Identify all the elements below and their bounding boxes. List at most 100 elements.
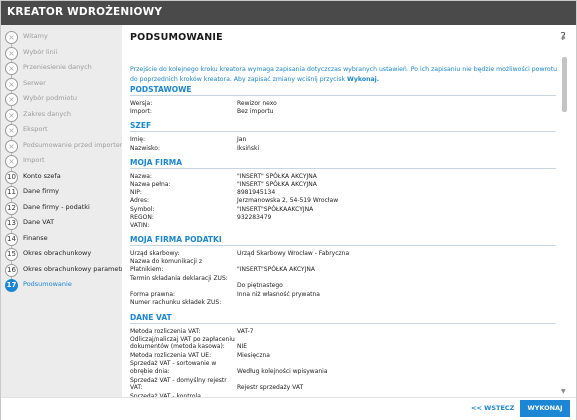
- intro-text: Przejście do kolejnego kroku kreatora wy…: [130, 65, 558, 84]
- sidebar-step-label: Witamy: [23, 32, 48, 40]
- sidebar-step[interactable]: × Eksport: [5, 124, 122, 138]
- summary-value: "INSERT"SPÓŁKAAKCYJNA: [237, 205, 314, 213]
- execute-button[interactable]: WYKONAJ: [520, 400, 570, 417]
- summary-value: "INSERT" SPÓŁKA AKCYJNA: [237, 172, 317, 180]
- summary-value: 8981945134: [237, 189, 276, 197]
- section-divider: [130, 95, 556, 96]
- sidebar-step[interactable]: × Wybór podmiotu: [5, 93, 122, 107]
- section-title: MOJA FIRMA: [130, 157, 183, 167]
- sidebar-step[interactable]: 17 Podsumowanie: [5, 279, 122, 293]
- title-bar: KREATOR WDROŻENIOWY: [1, 1, 576, 25]
- window-title: KREATOR WDROŻENIOWY: [7, 6, 163, 18]
- sidebar-step-label: Konto szefa: [23, 171, 61, 180]
- summary-key: Symbol:: [130, 205, 155, 213]
- summary-value: Rejestr sprzedaży VAT: [237, 384, 304, 392]
- summary-key: Urząd skarbowy:: [130, 250, 180, 258]
- sidebar-step[interactable]: 14 Finanse: [5, 232, 122, 247]
- summary-value: "INSERT"SPÓŁKA AKCYJNA: [237, 265, 315, 273]
- sidebar-step[interactable]: 13 Dane VAT: [5, 217, 122, 231]
- step-number-badge: 16: [5, 263, 18, 277]
- sidebar-step[interactable]: 15 Okres obrachunkowy: [5, 248, 122, 262]
- sidebar-step-label: Podsumowanie: [23, 280, 72, 288]
- sidebar-step[interactable]: 12 Dane firmy - podatki: [5, 201, 122, 216]
- sidebar-step-label: Przeniesienie danych: [23, 63, 92, 71]
- section-title: SZEF: [130, 121, 152, 131]
- skipped-step-icon: ×: [5, 31, 18, 44]
- summary-key: Nazwa do komunikacji z Płatnikiem:: [130, 258, 202, 273]
- back-button[interactable]: << WSTECZ: [471, 404, 514, 412]
- step-number-badge: 14: [5, 232, 18, 246]
- summary-value: Miesięczna: [237, 352, 270, 360]
- sidebar-step[interactable]: × Witamy: [5, 31, 122, 45]
- summary-key: Nazwisko:: [130, 144, 160, 152]
- summary-key: VATIN:: [130, 222, 150, 229]
- step-number-badge: 17: [5, 279, 18, 292]
- sidebar-step[interactable]: × Przeniesienie danych: [5, 62, 122, 76]
- sidebar-step-label: Okres obrachunkowy: [23, 249, 92, 257]
- summary-value: Inna niż własność prywatna: [237, 291, 320, 299]
- sidebar-step-label: Zakres danych: [23, 109, 71, 118]
- skipped-step-icon: ×: [5, 124, 18, 137]
- summary-value: NIE: [237, 343, 248, 351]
- summary-key: NIP:: [130, 189, 142, 197]
- section-divider: [130, 322, 556, 324]
- sidebar-step[interactable]: 16 Okres obrachunkowy parametry: [5, 263, 127, 278]
- sidebar-step[interactable]: × Zakres danych: [5, 108, 122, 123]
- sidebar-step-label: Podsumowanie przed importem: [23, 140, 127, 149]
- intro-main: Przejście do kolejnego kroku kreatora wy…: [130, 66, 558, 83]
- summary-key: Wersja:: [130, 100, 153, 107]
- sidebar-step-label: Wybór podmiotu: [23, 94, 78, 102]
- scroll-down-icon[interactable]: ▼: [561, 388, 566, 395]
- summary-key: Sprzedaż VAT - domyślny rejestr VAT:: [130, 376, 227, 392]
- summary-value: Według kolejności wpisywania: [237, 367, 328, 375]
- summary-value: Iksiński: [237, 144, 260, 152]
- summary-key: Odliczaj/naliczaj VAT po zapłaceniu doku…: [130, 335, 235, 351]
- sidebar-step-label: Dane firmy - podatki: [23, 202, 90, 211]
- sidebar-step[interactable]: × Import: [5, 155, 122, 169]
- skipped-step-icon: ×: [5, 155, 18, 168]
- sidebar-step-label: Okres obrachunkowy parametry: [23, 264, 128, 273]
- section-title: DANE VAT: [130, 312, 172, 322]
- sidebar-step-label: Eksport: [23, 125, 48, 133]
- summary-value: Jerzmanowska 2, 54-519 Wrocław: [237, 197, 339, 205]
- step-number-badge: 12: [5, 201, 18, 215]
- summary-value: Rewizor nexo: [237, 100, 277, 107]
- summary-key: Import:: [130, 108, 152, 116]
- sidebar-step-label: Finanse: [23, 233, 48, 242]
- skipped-step-icon: ×: [5, 46, 18, 60]
- summary-key: REGON:: [130, 213, 154, 221]
- summary-key: Nazwa pełna:: [130, 181, 171, 188]
- step-number-badge: 15: [5, 248, 18, 261]
- sidebar-step-label: Import: [23, 156, 45, 164]
- summary-key: Nazwa:: [130, 172, 152, 180]
- vertical-scrollbar[interactable]: ▲ ▼: [559, 33, 570, 395]
- footer-bar: << WSTECZ WYKONAJ: [1, 397, 576, 420]
- summary-key: Forma prawna:: [130, 291, 176, 299]
- scroll-up-icon[interactable]: ▲: [561, 33, 566, 40]
- sidebar-step-label: Dane VAT: [23, 218, 55, 226]
- wizard-window: KREATOR WDROŻENIOWY × Witamy × Wybór linii ×…: [0, 0, 577, 420]
- sidebar-step[interactable]: 11 Dane firmy: [5, 186, 122, 200]
- summary-value: Bez importu: [237, 108, 274, 116]
- summary-value: VAT-7: [237, 327, 254, 335]
- section-divider: [130, 167, 556, 169]
- steps-sidebar: × Witamy × Wybór linii × Przeniesienie danych…: [1, 25, 127, 405]
- summary-value: "INSERT" SPÓŁKA AKCYJNA: [237, 181, 317, 188]
- sidebar-step-label: Wybór linii: [23, 47, 58, 56]
- sidebar-step[interactable]: × Serwer: [5, 77, 122, 92]
- summary-value: Jan: [237, 136, 247, 144]
- step-number-badge: 11: [5, 186, 18, 199]
- sidebar-step[interactable]: × Wybór linii: [5, 46, 122, 61]
- sidebar-step[interactable]: × Podsumowanie przed importem: [5, 139, 126, 154]
- summary-panel: PODSUMOWANIE ? Przejście do kolejnego kr…: [122, 25, 576, 408]
- summary-value: 932283479: [237, 213, 272, 221]
- summary-key: Metoda rozliczenia VAT UE:: [130, 352, 212, 360]
- sidebar-step-label: Serwer: [23, 78, 46, 87]
- skipped-step-icon: ×: [5, 62, 18, 75]
- sidebar-step[interactable]: 10 Konto szefa: [5, 170, 122, 185]
- summary-key: Adres:: [130, 197, 149, 205]
- summary-key: Metoda rozliczenia VAT:: [130, 327, 201, 335]
- step-number-badge: 10: [5, 170, 18, 184]
- scroll-thumb[interactable]: [562, 57, 567, 112]
- summary-key: Sprzedaż VAT - sortowanie w obrębie dnia…: [130, 360, 217, 375]
